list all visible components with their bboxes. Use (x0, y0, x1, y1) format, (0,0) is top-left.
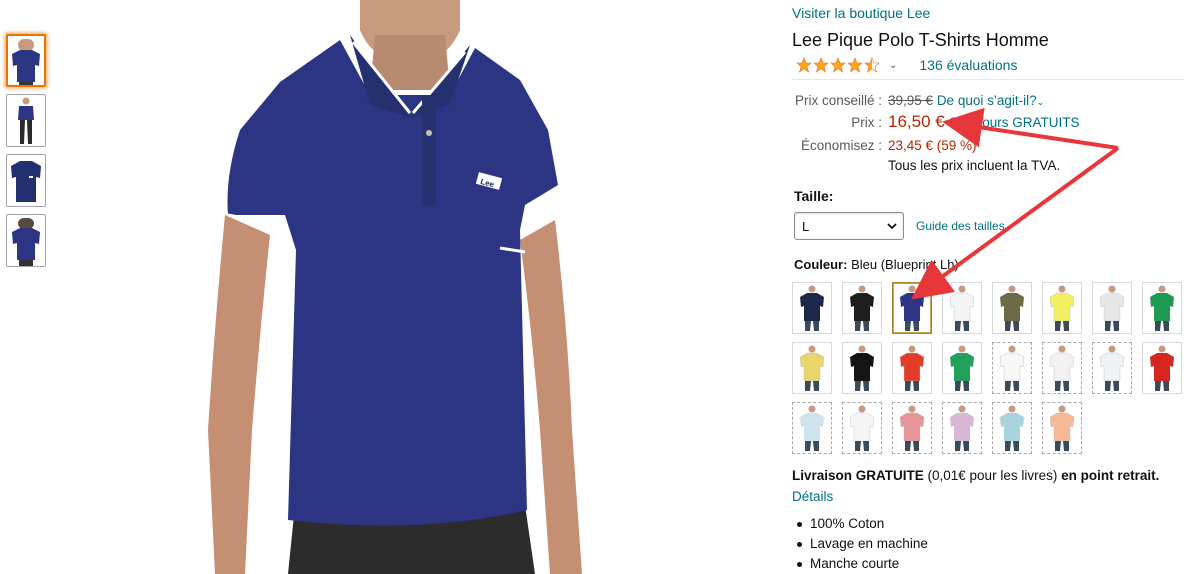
feature-bullets: 100% Coton Lavage en machine Manche cour… (797, 515, 928, 574)
feature-bullet: Manche courte (797, 555, 928, 574)
free-returns-link[interactable]: & Retours GRATUITS (949, 115, 1080, 130)
color-swatch-blue-polo[interactable] (892, 282, 932, 334)
star-icon (813, 57, 829, 73)
visit-store-link[interactable]: Visiter la boutique Lee (792, 5, 930, 21)
what-is-this-link[interactable]: De quoi s’agit-il?⌄ (937, 93, 1044, 108)
color-swatch-grey-white-polo[interactable] (1092, 282, 1132, 334)
delivery-details-link[interactable]: Détails (792, 489, 833, 504)
color-swatch-striped-polo[interactable] (792, 402, 832, 454)
list-price-label: Prix conseillé : (794, 93, 882, 108)
savings-value: 23,45 € (59 %) (888, 138, 977, 153)
star-rating[interactable] (796, 57, 881, 73)
color-swatch-navy-polo[interactable] (792, 282, 832, 334)
color-swatch-red-polo-2[interactable] (1142, 342, 1182, 394)
price-label: Prix : (851, 115, 882, 130)
savings-label: Économisez : (800, 138, 882, 153)
color-swatch-yellow-polo[interactable] (1042, 282, 1082, 334)
color-swatch-green-polo-2[interactable] (942, 342, 982, 394)
size-guide-link[interactable]: Guide des tailles (916, 219, 1005, 233)
feature-bullet: 100% Coton (797, 515, 928, 535)
color-value: Bleu (Blueprint Lh) (851, 257, 959, 272)
color-swatch-olive-polo[interactable] (992, 282, 1032, 334)
star-icon (830, 57, 846, 73)
color-swatch-white-polo-2[interactable] (992, 342, 1032, 394)
rating-row: ⌄ 136 évaluations (796, 57, 1017, 73)
color-swatch-lilac-striped-polo[interactable] (942, 402, 982, 454)
color-swatch-white-polo[interactable] (942, 282, 982, 334)
thumb-full-body[interactable] (6, 94, 46, 147)
size-selected-value: L (802, 218, 810, 234)
delivery-info: Livraison GRATUITE (0,01€ pour les livre… (792, 468, 1160, 483)
color-label: Couleur: Bleu (Blueprint Lh) (794, 257, 959, 272)
thumb-front[interactable] (6, 34, 46, 87)
color-swatch-light-blue-polo[interactable] (992, 402, 1032, 454)
color-swatch-green-polo[interactable] (1142, 282, 1182, 334)
color-swatch-white-polo-4[interactable] (1092, 342, 1132, 394)
thumb-back[interactable] (6, 214, 46, 267)
color-swatch-white-polo-5[interactable] (842, 402, 882, 454)
ratings-count-link[interactable]: 136 évaluations (919, 57, 1017, 73)
product-details-panel: Visiter la boutique Lee Lee Pique Polo T… (792, 0, 1184, 574)
vat-note: Tous les prix incluent la TVA. (888, 158, 1061, 173)
size-label: Taille: (794, 188, 834, 204)
chevron-down-icon[interactable]: ⌄ (889, 60, 897, 71)
color-swatch-mustard-polo[interactable] (792, 342, 832, 394)
color-swatch-peach-polo[interactable] (1042, 402, 1082, 454)
size-dropdown[interactable]: L (794, 212, 904, 240)
main-product-image[interactable]: Lee (170, 0, 610, 574)
color-swatch-white-polo-3[interactable] (1042, 342, 1082, 394)
color-swatch-black-polo-2[interactable] (842, 342, 882, 394)
current-price: 16,50 € (888, 112, 945, 131)
star-icon (796, 57, 812, 73)
chevron-down-icon (887, 223, 897, 230)
product-title: Lee Pique Polo T-Shirts Homme (792, 30, 1049, 50)
divider (792, 79, 1184, 80)
star-icon (847, 57, 863, 73)
image-thumbnails (6, 34, 46, 274)
feature-bullet: Lavage en machine (797, 535, 928, 555)
color-swatch-pink-polo[interactable] (892, 402, 932, 454)
thumb-flat[interactable] (6, 154, 46, 207)
color-swatch-black-polo[interactable] (842, 282, 882, 334)
list-price: 39,95 € (888, 93, 934, 108)
half-star-icon (864, 57, 880, 73)
color-swatch-red-polo[interactable] (892, 342, 932, 394)
